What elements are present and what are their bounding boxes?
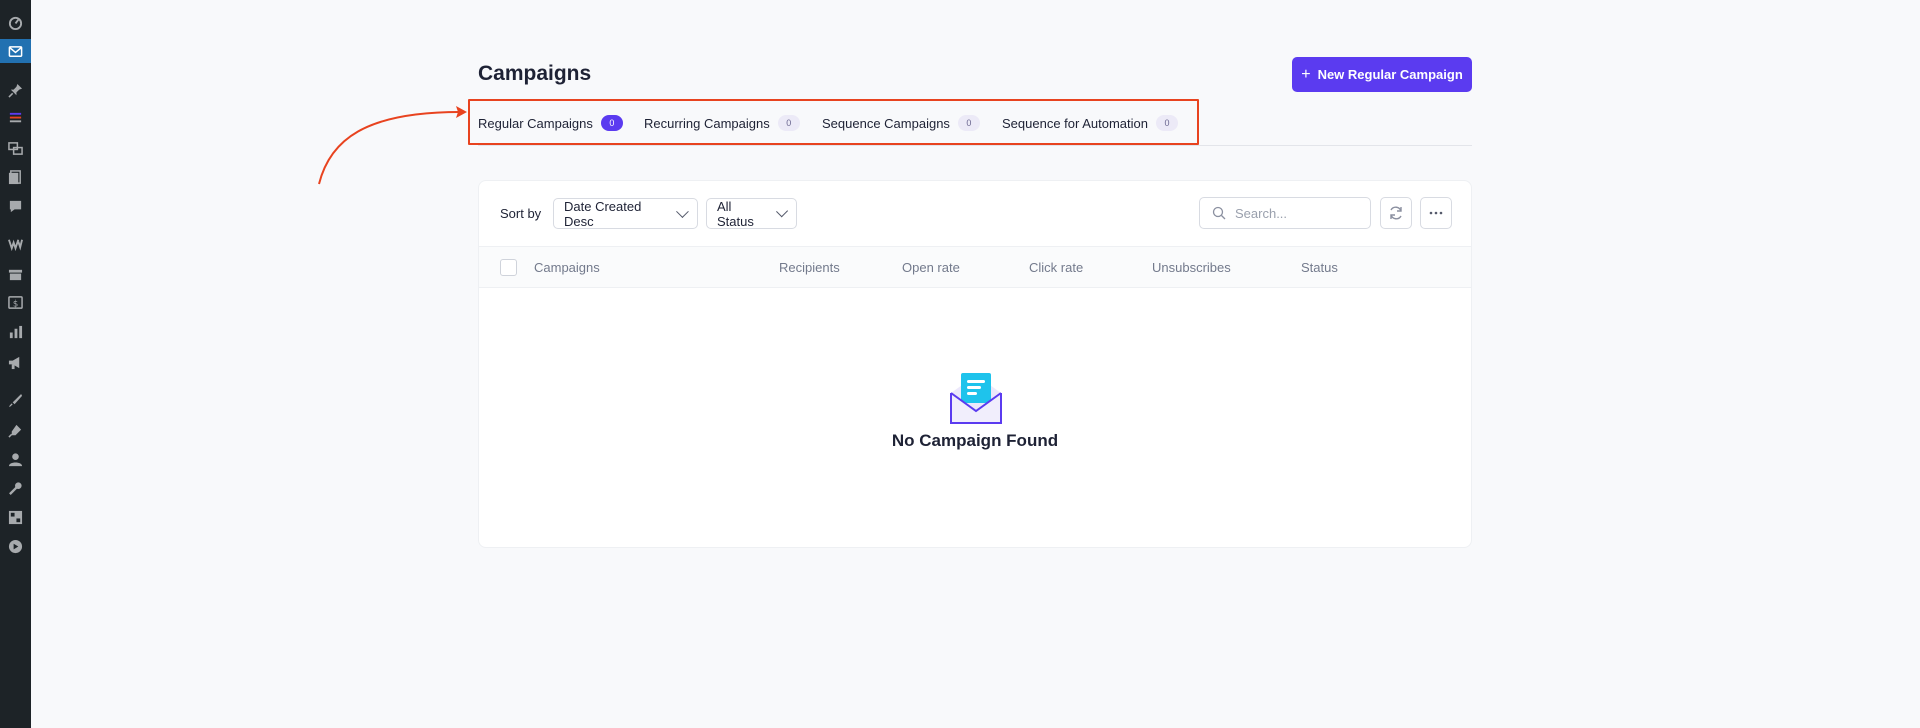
search-icon [1212,206,1226,220]
column-unsubscribes[interactable]: Unsubscribes [1152,260,1231,275]
empty-state-message: No Campaign Found [891,431,1059,450]
payments-icon[interactable]: $ [0,290,31,314]
table-toolbar: Sort by Date Created Desc All Status Sea… [479,181,1471,246]
status-select[interactable]: All Status [706,198,797,229]
search-placeholder: Search... [1235,205,1288,221]
annotation-arrow-icon [318,106,467,185]
appearance-icon[interactable] [0,388,31,412]
status-select-value: All Status [717,198,754,229]
products-icon[interactable] [0,262,31,286]
search-input[interactable]: Search... [1199,197,1371,229]
pin-icon[interactable] [0,78,31,102]
comments-icon[interactable] [0,194,31,218]
stack-icon[interactable] [0,106,31,130]
select-all-checkbox[interactable] [500,259,517,276]
chevron-down-icon [775,205,788,218]
pages-icon[interactable] [0,165,31,189]
column-recipients[interactable]: Recipients [779,260,840,275]
dashboard-icon[interactable] [0,10,31,34]
column-open-rate[interactable]: Open rate [902,260,960,275]
more-options-button[interactable] [1420,197,1452,229]
column-click-rate[interactable]: Click rate [1029,260,1083,275]
play-icon[interactable] [0,534,31,558]
mail-icon[interactable] [0,39,31,63]
users-icon[interactable] [0,447,31,471]
tools-icon[interactable] [0,476,31,500]
chevron-down-icon [676,205,689,218]
refresh-button[interactable] [1380,197,1412,229]
column-status[interactable]: Status [1301,260,1338,275]
sort-select[interactable]: Date Created Desc [553,198,698,229]
woo-icon[interactable] [0,231,31,255]
plugins-icon[interactable] [0,418,31,442]
tabs-highlight-box [468,99,1199,145]
campaigns-card: Sort by Date Created Desc All Status Sea… [478,180,1472,548]
marketing-icon[interactable] [0,350,31,374]
analytics-icon[interactable] [0,320,31,344]
wp-admin-sidebar: $ [0,0,31,728]
column-campaigns[interactable]: Campaigns [534,260,600,275]
sort-label: Sort by [500,206,542,221]
refresh-icon [1390,206,1402,220]
svg-text:$: $ [13,298,18,308]
table-header: Campaigns Recipients Open rate Click rat… [479,246,1471,288]
new-regular-campaign-button[interactable]: + New Regular Campaign [1292,57,1472,92]
more-dots-icon [1429,211,1443,215]
media-icon[interactable] [0,136,31,160]
sort-select-value: Date Created Desc [564,198,642,229]
new-campaign-label: New Regular Campaign [1317,67,1463,82]
plus-icon: + [1301,65,1311,83]
empty-envelope-icon [950,373,1002,424]
page-title: Campaigns [478,62,592,85]
settings-icon[interactable] [0,505,31,529]
